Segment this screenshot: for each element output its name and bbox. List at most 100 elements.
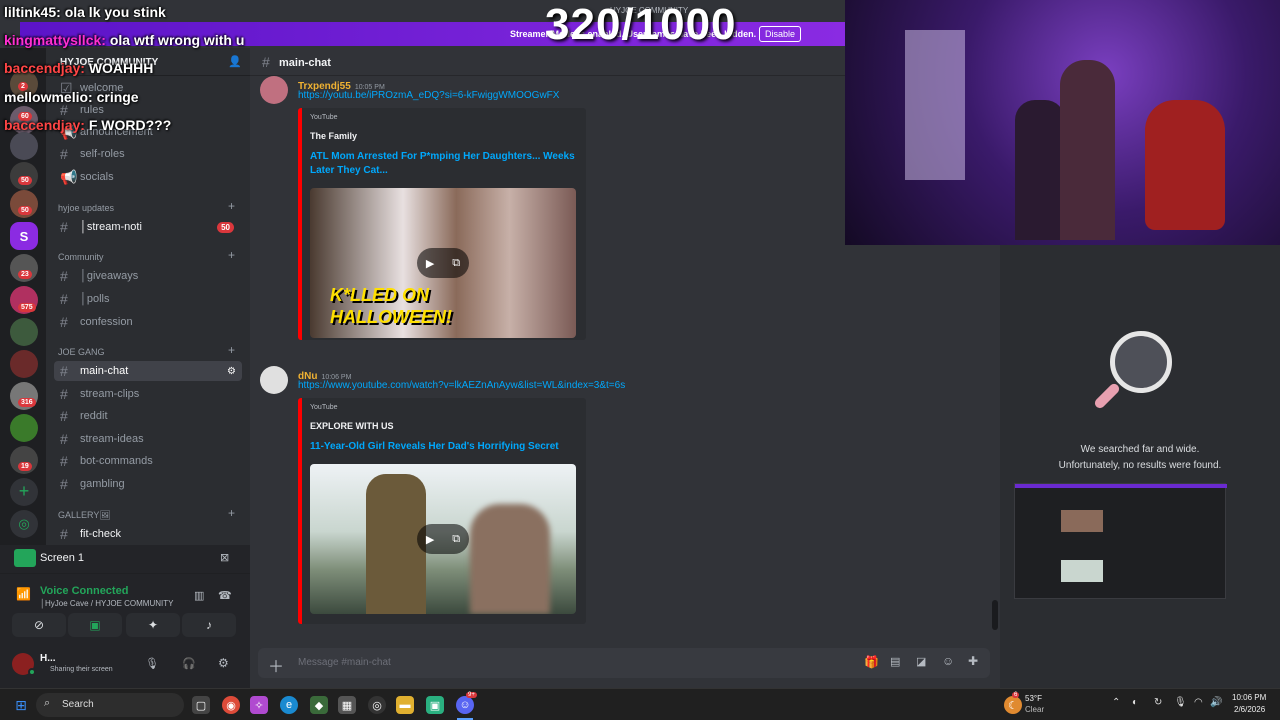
channel-giveaways[interactable]: # │giveaways <box>54 266 242 286</box>
server-icon[interactable] <box>10 414 38 442</box>
embed-title[interactable]: 11-Year-Old Girl Reveals Her Dad's Horri… <box>310 440 580 454</box>
disable-button[interactable]: Disable <box>759 26 802 42</box>
microphone-icon[interactable]: 🎙 <box>1174 697 1187 708</box>
emoji-icon[interactable]: ☺ <box>942 654 954 668</box>
activities-icon: ✦ <box>147 618 159 632</box>
invite-icon[interactable]: 👤 <box>228 55 242 68</box>
server-icon[interactable] <box>10 350 38 378</box>
category-hyjoe-updates[interactable]: hyjoe updates <box>58 203 114 213</box>
apps-icon[interactable]: ✚ <box>968 654 978 668</box>
avatar[interactable] <box>260 76 288 104</box>
task-view-icon[interactable]: ▢ <box>192 696 210 714</box>
embed-author[interactable]: EXPLORE WITH US <box>310 421 394 431</box>
avatar[interactable] <box>260 366 288 394</box>
channel-polls[interactable]: # │polls <box>54 289 242 309</box>
channel-stream-clips[interactable]: # stream-clips <box>54 384 242 404</box>
play-button[interactable]: ▶ ⧉ <box>417 524 469 554</box>
discord-icon[interactable]: ☺ <box>456 696 474 714</box>
obs-icon[interactable]: ◎ <box>368 696 386 714</box>
noise-icon[interactable]: ▥ <box>194 589 204 602</box>
overlay-chat-line: kingmattysllck: ola wtf wrong with u <box>4 32 244 48</box>
hash-icon: # <box>60 219 68 235</box>
screen-icon: ▣ <box>89 618 101 632</box>
webcam-door-shape <box>905 30 965 180</box>
sticker-icon[interactable]: ◪ <box>916 655 926 668</box>
channel-self-roles[interactable]: # self-roles <box>54 144 242 164</box>
embed-title[interactable]: ATL Mom Arrested For P*mping Her Daughte… <box>310 150 580 178</box>
weather-icon[interactable]: ☾ <box>1004 696 1022 714</box>
message-link[interactable]: https://www.youtube.com/watch?v=lkAEZnAn… <box>298 380 625 391</box>
tray-icon[interactable]: ◐ <box>1132 697 1138 708</box>
volume-icon[interactable]: 🔊 <box>1210 697 1222 708</box>
taskbar-search[interactable]: ⌕ Search <box>36 693 184 717</box>
chrome-icon[interactable]: ◉ <box>222 696 240 714</box>
add-channel-icon[interactable]: + <box>228 343 235 357</box>
status-dot <box>28 668 36 676</box>
clock-time[interactable]: 10:06 PM <box>1232 693 1266 702</box>
add-server-icon[interactable]: + <box>10 478 38 506</box>
app-icon[interactable]: ◆ <box>310 696 328 714</box>
disconnect-icon[interactable]: ☎ <box>218 589 232 602</box>
channel-stream-noti[interactable]: # │stream-noti 50 <box>54 217 242 237</box>
add-channel-icon[interactable]: + <box>228 506 235 520</box>
windows-start-icon[interactable]: ⊞ <box>12 696 30 714</box>
activities-button[interactable]: ✦ <box>126 613 180 637</box>
channel-label: reddit <box>80 410 108 422</box>
voice-status[interactable]: Voice Connected <box>40 585 128 597</box>
channel-stream-ideas[interactable]: # stream-ideas <box>54 429 242 449</box>
wifi-icon[interactable]: ◠ <box>1194 697 1203 708</box>
camera-off-button[interactable]: ⊘ <box>12 613 66 637</box>
store-icon[interactable]: ▦ <box>338 696 356 714</box>
scrollbar-thumb[interactable] <box>992 600 998 630</box>
video-thumbnail[interactable]: ▶ ⧉ <box>310 464 576 614</box>
settings-icon[interactable]: ⚙ <box>227 366 236 377</box>
tray-icon[interactable]: ↻ <box>1154 697 1162 708</box>
add-channel-icon[interactable]: + <box>228 248 235 262</box>
clock-date[interactable]: 2/6/2026 <box>1234 705 1265 714</box>
screen-preview-thumbnail <box>1014 483 1227 599</box>
add-channel-icon[interactable]: + <box>228 199 235 213</box>
overlay-message: F WORD??? <box>88 117 172 133</box>
voice-channel[interactable]: │HyJoe Cave / HYJOE COMMUNITY <box>40 599 173 608</box>
embed-author[interactable]: The Family <box>310 131 357 141</box>
microphone-icon[interactable]: 🎙 <box>145 657 159 670</box>
channel-gambling[interactable]: # gambling <box>54 474 242 494</box>
channel-main-chat[interactable]: # main-chat ⚙ <box>54 361 242 381</box>
channel-fit-check[interactable]: # fit-check <box>54 524 242 544</box>
divider <box>0 573 250 574</box>
gif-icon[interactable]: ▤ <box>890 655 900 668</box>
message-input-placeholder[interactable]: Message #main-chat <box>298 657 391 668</box>
message-link[interactable]: https://youtu.be/iPROzmA_eDQ?si=6-kFwigg… <box>298 90 559 101</box>
soundboard-button[interactable]: ♪ <box>182 613 236 637</box>
magnifier-icon <box>1110 331 1172 393</box>
category-joe-gang[interactable]: JOE GANG <box>58 347 105 357</box>
play-button[interactable]: ▶ ⧉ <box>417 248 469 278</box>
message-input-box[interactable]: ＋ Message #main-chat 🎁 ▤ ◪ ☺ ✚ <box>258 648 990 678</box>
video-thumbnail[interactable]: K*LLED ON HALLOWEEN! ▶ ⧉ <box>310 188 576 338</box>
channel-reddit[interactable]: # reddit <box>54 406 242 426</box>
chevron-up-icon[interactable]: ⌃ <box>1112 697 1120 708</box>
channel-label: self-roles <box>80 148 125 160</box>
server-icon[interactable] <box>10 318 38 346</box>
server-icon-hyjoe[interactable]: S <box>10 222 38 250</box>
folder-icon[interactable]: ▬ <box>396 696 414 714</box>
category-gallery[interactable]: GALLERY🖼 <box>58 510 111 521</box>
close-screen-icon[interactable]: ⊠ <box>220 551 229 564</box>
server-icon[interactable] <box>10 132 38 160</box>
gear-icon[interactable]: ⚙ <box>218 656 229 670</box>
copilot-icon[interactable]: ✧ <box>250 696 268 714</box>
category-community[interactable]: Community <box>58 252 104 262</box>
goal-counter: 320/1000 <box>545 0 737 49</box>
channel-confession[interactable]: # confession <box>54 312 242 332</box>
channel-socials[interactable]: 📢 socials <box>54 167 242 187</box>
app-icon[interactable]: ▣ <box>426 696 444 714</box>
hash-icon: # <box>60 291 68 307</box>
channel-label: fit-check <box>80 528 121 540</box>
channel-bot-commands[interactable]: # bot-commands <box>54 451 242 471</box>
gift-icon[interactable]: 🎁 <box>864 655 879 669</box>
headphones-icon[interactable]: 🎧 <box>182 657 196 670</box>
edge-icon[interactable]: e <box>280 696 298 714</box>
attach-plus-icon[interactable]: ＋ <box>268 653 284 677</box>
discover-icon[interactable]: ◎ <box>10 510 38 538</box>
screen-share-button[interactable]: ▣ <box>68 613 122 637</box>
